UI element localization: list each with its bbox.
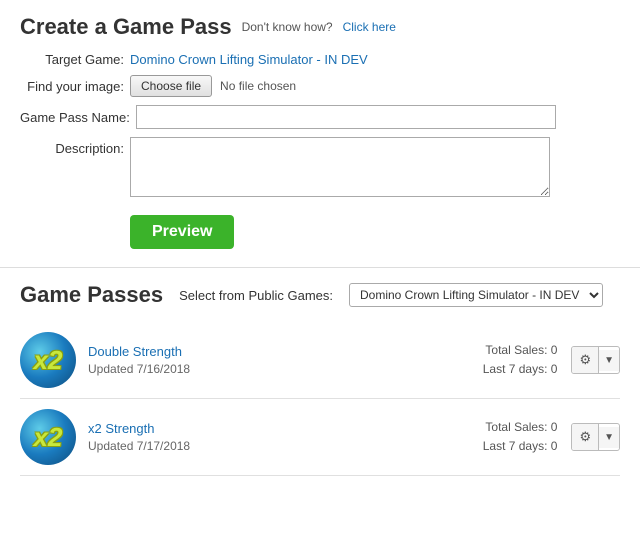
pass-name-label: Game Pass Name:: [20, 110, 136, 125]
gear-icon: ⚙: [572, 424, 599, 450]
game-pass-item: x2 x2 Strength Updated 7/17/2018 Total S…: [20, 399, 620, 476]
game-pass-info: x2 Strength Updated 7/17/2018: [88, 421, 427, 453]
game-passes-section: Game Passes Select from Public Games: Do…: [0, 268, 640, 490]
dont-know-text: Don't know how?: [242, 20, 333, 34]
file-input-wrapper: Choose file No file chosen: [130, 75, 296, 97]
game-pass-list: x2 Double Strength Updated 7/16/2018 Tot…: [20, 322, 620, 476]
create-game-pass-section: Create a Game Pass Don't know how? Click…: [0, 0, 640, 268]
description-row: Description:: [20, 137, 620, 197]
no-file-text: No file chosen: [220, 79, 296, 93]
target-game-label: Target Game:: [20, 52, 130, 67]
gear-dropdown-arrow: ▼: [599, 350, 619, 371]
game-pass-name-link[interactable]: x2 Strength: [88, 421, 427, 436]
select-from-label: Select from Public Games:: [179, 288, 333, 303]
last7-stat: Last 7 days: 0: [427, 437, 557, 456]
target-game-link[interactable]: Domino Crown Lifting Simulator - IN DEV: [130, 52, 368, 67]
gear-dropdown-arrow: ▼: [599, 427, 619, 448]
click-here-link[interactable]: Click here: [343, 20, 396, 34]
game-pass-info: Double Strength Updated 7/16/2018: [88, 344, 427, 376]
target-game-row: Target Game: Domino Crown Lifting Simula…: [20, 52, 620, 67]
public-games-select[interactable]: Domino Crown Lifting Simulator - IN DEV: [349, 283, 603, 307]
game-pass-updated: Updated 7/17/2018: [88, 439, 190, 453]
pass-name-row: Game Pass Name:: [20, 105, 620, 129]
description-textarea[interactable]: [130, 137, 550, 197]
total-sales-stat: Total Sales: 0: [427, 418, 557, 437]
total-sales-stat: Total Sales: 0: [427, 341, 557, 360]
preview-button[interactable]: Preview: [130, 215, 234, 249]
choose-file-button[interactable]: Choose file: [130, 75, 212, 97]
find-image-label: Find your image:: [20, 79, 130, 94]
x2-badge: x2: [34, 347, 63, 373]
pass-name-input[interactable]: [136, 105, 556, 129]
game-pass-item: x2 Double Strength Updated 7/16/2018 Tot…: [20, 322, 620, 399]
game-pass-updated: Updated 7/16/2018: [88, 362, 190, 376]
gear-icon: ⚙: [572, 347, 599, 373]
game-pass-avatar: x2: [20, 332, 76, 388]
last7-stat: Last 7 days: 0: [427, 360, 557, 379]
description-label: Description:: [20, 137, 130, 156]
game-pass-avatar: x2: [20, 409, 76, 465]
create-title: Create a Game Pass: [20, 14, 232, 40]
create-header: Create a Game Pass Don't know how? Click…: [20, 14, 620, 40]
game-pass-stats: Total Sales: 0 Last 7 days: 0: [427, 418, 557, 456]
game-pass-stats: Total Sales: 0 Last 7 days: 0: [427, 341, 557, 379]
game-passes-title: Game Passes: [20, 282, 163, 308]
gear-dropdown-button[interactable]: ⚙ ▼: [571, 423, 620, 451]
game-pass-name-link[interactable]: Double Strength: [88, 344, 427, 359]
gear-dropdown-button[interactable]: ⚙ ▼: [571, 346, 620, 374]
x2-badge: x2: [34, 424, 63, 450]
game-passes-header: Game Passes Select from Public Games: Do…: [20, 282, 620, 308]
find-image-row: Find your image: Choose file No file cho…: [20, 75, 620, 97]
